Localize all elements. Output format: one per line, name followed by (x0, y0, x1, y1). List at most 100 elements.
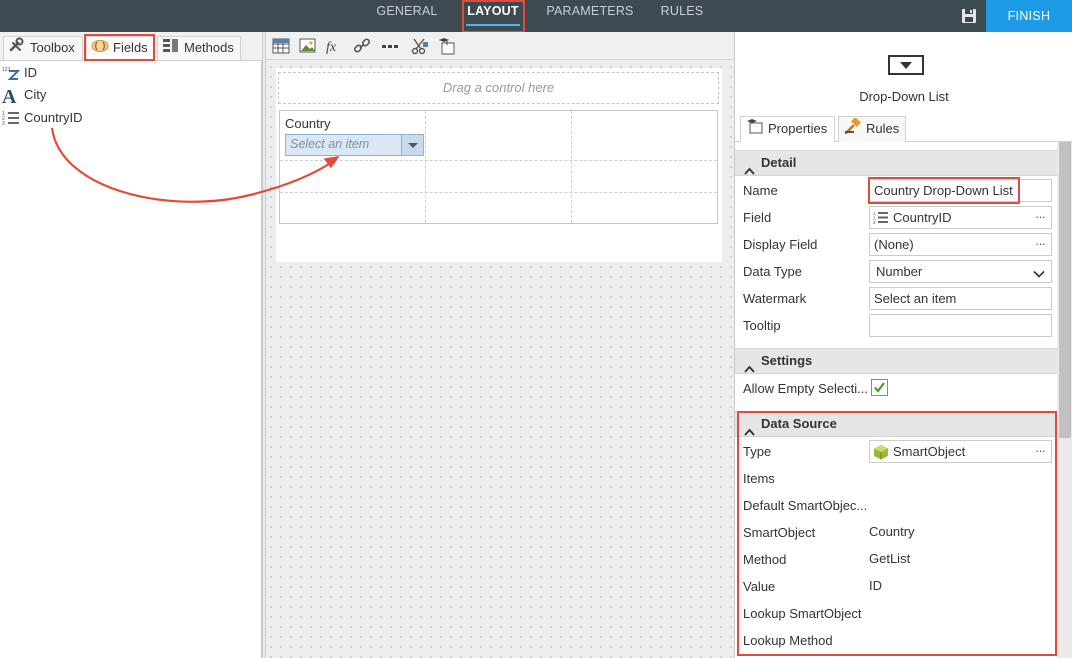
layout-table[interactable]: Country Select an item (279, 110, 718, 224)
prop-label: Data Type (743, 264, 803, 279)
tab-properties-label: Properties (768, 121, 828, 136)
form-view: Drag a control here Country Select an it… (276, 68, 722, 262)
prop-row-tooltip: Tooltip (735, 312, 1057, 339)
name-field[interactable]: Country Drop-Down List (869, 179, 1052, 202)
theme-icon[interactable] (438, 37, 456, 55)
field-item-city[interactable]: A City (0, 84, 120, 108)
prop-row-watermark: Watermark Select an item (735, 285, 1057, 312)
prop-label: Field (743, 210, 772, 225)
drag-control-placeholder[interactable]: Drag a control here (278, 72, 719, 104)
wrench-icon (8, 37, 26, 60)
smartobject-icon (873, 444, 889, 460)
chevron-up-icon (744, 357, 755, 373)
field-item-id[interactable]: 123 ID (0, 62, 120, 84)
number-list-icon: 123 (2, 110, 20, 127)
tab-methods[interactable]: Methods (157, 36, 241, 60)
gavel-icon (844, 116, 862, 142)
number-list-icon: 123 (873, 210, 889, 225)
prop-label: Lookup Method (743, 633, 833, 648)
field-item-countryid[interactable]: 123 CountryID (0, 107, 120, 129)
link-icon[interactable] (353, 37, 371, 55)
properties-icon (746, 118, 764, 142)
tab-rules-label: Rules (866, 121, 900, 136)
expression-icon[interactable]: fx (326, 37, 344, 55)
ellipsis-icon[interactable]: ··· (1035, 441, 1046, 461)
ellipsis-icon[interactable]: ··· (1035, 207, 1046, 227)
section-title: Data Source (761, 416, 837, 431)
tab-general[interactable]: GENERAL (370, 0, 444, 32)
design-canvas: fx Drag a control here Country Select an… (266, 32, 734, 658)
table-row-divider (280, 160, 717, 161)
type-selector[interactable]: SmartObject ··· (869, 440, 1052, 463)
display-field-selector[interactable]: (None) ··· (869, 233, 1052, 256)
prop-row-allow-empty: Allow Empty Selecti... (735, 375, 1057, 402)
section-title: Settings (761, 353, 813, 368)
chevron-up-icon (744, 420, 755, 436)
smartobject-value: Country (869, 521, 1052, 544)
prop-row-value: Value ID (735, 573, 1057, 600)
prop-label: Default SmartObjec... (743, 498, 867, 513)
tab-rules[interactable]: RULES (654, 0, 710, 32)
prop-label: Allow Empty Selecti... (743, 381, 867, 396)
chevron-up-icon (744, 159, 755, 175)
country-dropdown[interactable]: Select an item (285, 134, 424, 156)
svg-text:fx: fx (326, 40, 337, 55)
type-value: SmartObject (893, 444, 966, 459)
field-value: CountryID (893, 210, 952, 225)
field-item-label: City (24, 87, 47, 102)
svg-text:A: A (2, 87, 17, 105)
prop-label: SmartObject (743, 525, 816, 540)
prop-label: Type (743, 444, 772, 459)
tab-parameters[interactable]: PARAMETERS (542, 0, 638, 32)
chevron-down-icon (1033, 265, 1045, 282)
table-icon[interactable] (272, 37, 290, 55)
table-column-divider (571, 111, 572, 223)
field-item-label: CountryID (24, 110, 83, 125)
properties-grid: Detail Name Country Drop-Down List Field… (735, 142, 1057, 658)
left-panel: Toolbox Fields Methods 123 ID A City 123… (0, 32, 262, 658)
prop-row-display-field: Display Field (None) ··· (735, 231, 1057, 258)
prop-row-field: Field 123 CountryID ··· (735, 204, 1057, 231)
finish-button[interactable]: FINISH (986, 0, 1072, 32)
allow-empty-checkbox[interactable] (871, 379, 888, 396)
checkmark-icon (874, 382, 885, 393)
scrollbar-thumb[interactable] (1059, 142, 1071, 438)
chevron-down-icon[interactable] (401, 135, 423, 155)
scissors-icon[interactable] (411, 37, 429, 55)
country-label[interactable]: Country (285, 116, 331, 131)
tab-rules-panel[interactable]: Rules (838, 116, 906, 142)
field-selector[interactable]: 123 CountryID ··· (869, 206, 1052, 229)
svg-text:3: 3 (2, 121, 5, 126)
separator-icon[interactable] (381, 37, 399, 55)
section-data-source[interactable]: Data Source (735, 411, 1057, 437)
watermark-field[interactable]: Select an item (869, 287, 1052, 310)
control-type-label: Drop-Down List (859, 89, 949, 104)
tab-properties[interactable]: Properties (740, 116, 835, 143)
section-detail[interactable]: Detail (735, 150, 1057, 176)
section-settings[interactable]: Settings (735, 348, 1057, 374)
prop-row-method: Method GetList (735, 546, 1057, 573)
canvas-toolbar: fx (266, 32, 734, 60)
prop-row-data-type: Data Type Number (735, 258, 1057, 285)
tab-fields[interactable]: Fields (86, 36, 154, 60)
tooltip-field[interactable] (869, 314, 1052, 337)
properties-scrollbar[interactable] (1057, 142, 1072, 658)
prop-row-lookup-method: Lookup Method (735, 627, 1057, 654)
prop-label: Name (743, 183, 778, 198)
svg-text:3: 3 (873, 220, 876, 225)
ellipsis-icon[interactable]: ··· (1035, 234, 1046, 254)
autonumber-icon: 123 (2, 65, 21, 81)
image-icon[interactable] (299, 37, 317, 55)
data-type-select[interactable]: Number (869, 260, 1052, 283)
save-icon[interactable] (960, 7, 978, 25)
display-field-value: (None) (874, 237, 914, 252)
tab-toolbox[interactable]: Toolbox (3, 36, 83, 60)
section-title: Detail (761, 155, 797, 170)
tab-toolbox-label: Toolbox (30, 40, 75, 55)
left-panel-tabs: Toolbox Fields Methods (0, 32, 262, 61)
properties-tabs: Properties Rules (735, 116, 1072, 143)
prop-label: Tooltip (743, 318, 781, 333)
tab-layout[interactable]: LAYOUT (460, 0, 526, 32)
field-item-label: ID (24, 65, 37, 80)
table-column-divider (425, 111, 426, 223)
